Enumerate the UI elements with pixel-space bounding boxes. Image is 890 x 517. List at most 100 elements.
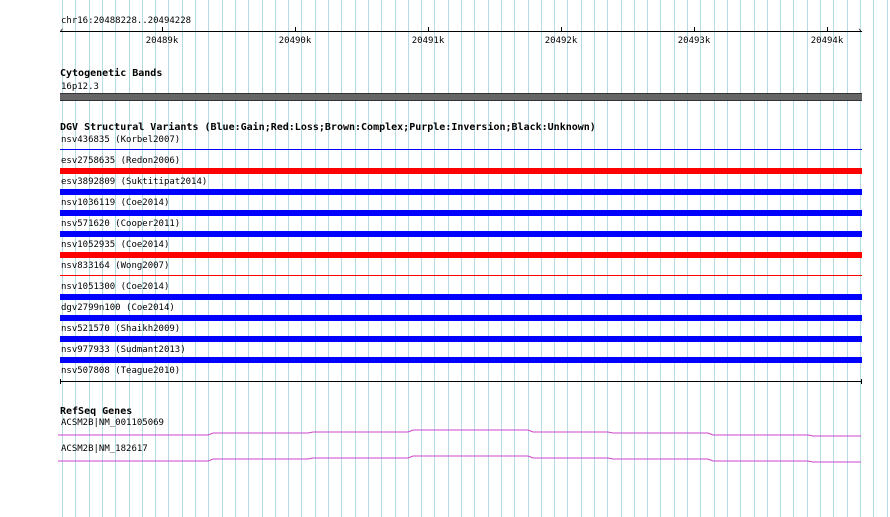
grid-line — [421, 0, 422, 517]
grid-line — [807, 0, 808, 517]
grid-line — [754, 0, 755, 517]
grid-line — [780, 0, 781, 517]
grid-line — [514, 0, 515, 517]
grid-line — [168, 0, 169, 517]
grid-line — [793, 0, 794, 517]
ruler-tick — [827, 27, 828, 32]
grid-line — [847, 0, 848, 517]
grid-line — [355, 0, 356, 517]
ruler-tick-label: 20494k — [810, 36, 844, 46]
cytoband-bar[interactable] — [60, 93, 862, 101]
grid-line — [248, 0, 249, 517]
dgv-variant-endcap — [861, 379, 862, 384]
grid-line — [554, 0, 555, 517]
cytoband-title[interactable]: Cytogenetic Bands — [60, 69, 162, 79]
dgv-variant-label[interactable]: nsv833164 (Wong2007) — [61, 261, 169, 271]
grid-line — [634, 0, 635, 517]
dgv-variant-bar[interactable] — [60, 168, 862, 174]
ruler-tick-label: 20491k — [411, 36, 445, 46]
grid-line — [434, 0, 435, 517]
grid-line — [528, 0, 529, 517]
ruler-tick-label: 20490k — [278, 36, 312, 46]
grid-line — [288, 0, 289, 517]
grid-line — [395, 0, 396, 517]
grid-line — [647, 0, 648, 517]
dgv-variant-bar[interactable] — [60, 231, 862, 237]
grid-line — [820, 0, 821, 517]
dgv-variant-bar[interactable] — [60, 210, 862, 216]
grid-line — [328, 0, 329, 517]
grid-line — [873, 0, 874, 517]
dgv-variant-bar[interactable] — [60, 357, 862, 363]
refseq-gene-model[interactable] — [58, 455, 868, 463]
grid-line — [607, 0, 608, 517]
ruler-left-arrow: ‹ — [59, 26, 65, 36]
dgv-variant-label[interactable]: nsv1052935 (Coe2014) — [61, 240, 169, 250]
grid-line — [262, 0, 263, 517]
dgv-variant-bar[interactable] — [60, 252, 862, 258]
dgv-variant-bar[interactable] — [60, 189, 862, 195]
dgv-variant-label[interactable]: nsv977933 (Sudmant2013) — [61, 345, 186, 355]
ruler-tick-label: 20492k — [544, 36, 578, 46]
refseq-track-title[interactable]: RefSeq Genes — [60, 407, 132, 417]
refseq-gene-line — [58, 455, 861, 463]
ruler-location-label: chr16:20488228..20494228 — [61, 16, 192, 26]
ruler-tick — [561, 27, 562, 32]
dgv-variant-bar[interactable] — [60, 275, 862, 276]
grid-line — [408, 0, 409, 517]
dgv-variant-label[interactable]: nsv521570 (Shaikh2009) — [61, 324, 180, 334]
grid-line — [740, 0, 741, 517]
grid-line — [687, 0, 688, 517]
dgv-variant-bar[interactable] — [60, 315, 862, 321]
grid-line — [660, 0, 661, 517]
grid-line — [727, 0, 728, 517]
grid-line — [448, 0, 449, 517]
grid-line — [368, 0, 369, 517]
refseq-gene-label[interactable]: ACSM2B|NM_182617 — [61, 444, 148, 454]
grid-line — [581, 0, 582, 517]
grid-line — [501, 0, 502, 517]
dgv-variant-bar[interactable] — [60, 149, 862, 150]
dgv-variant-label[interactable]: esv2758635 (Redon2006) — [61, 156, 180, 166]
dgv-variant-label[interactable]: nsv507808 (Teague2010) — [61, 366, 180, 376]
grid-line — [674, 0, 675, 517]
dgv-variant-label[interactable]: nsv571620 (Cooper2011) — [61, 219, 180, 229]
dgv-variant-label[interactable]: nsv436835 (Korbel2007) — [61, 135, 180, 145]
grid-line — [275, 0, 276, 517]
grid-line — [341, 0, 342, 517]
grid-line — [488, 0, 489, 517]
refseq-gene-label[interactable]: ACSM2B|NM_001105069 — [61, 418, 164, 428]
ruler-tick — [694, 27, 695, 32]
dgv-variant-endcap — [60, 379, 61, 384]
grid-line — [621, 0, 622, 517]
ruler-tick — [162, 27, 163, 32]
dgv-variant-bar[interactable] — [60, 294, 862, 300]
grid-line — [541, 0, 542, 517]
grid-line — [833, 0, 834, 517]
grid-line — [222, 0, 223, 517]
ruler-axis — [60, 31, 862, 32]
ruler-right-arrow: › — [857, 26, 863, 36]
grid-line — [567, 0, 568, 517]
grid-line — [474, 0, 475, 517]
grid-line — [700, 0, 701, 517]
ruler-track: chr16:20488228..20494228 ‹ › 20489k 20490… — [0, 0, 890, 50]
dgv-variant-label[interactable]: nsv1036119 (Coe2014) — [61, 198, 169, 208]
dgv-variant-label[interactable]: esv3892809 (Suktitipat2014) — [61, 177, 207, 187]
dgv-track-title[interactable]: DGV Structural Variants (Blue:Gain;Red:L… — [60, 123, 596, 133]
refseq-gene-model[interactable] — [58, 429, 868, 437]
dgv-variant-bar[interactable] — [60, 381, 862, 382]
grid-line — [208, 0, 209, 517]
ruler-tick — [428, 27, 429, 32]
dgv-variant-label[interactable]: nsv1051300 (Coe2014) — [61, 282, 169, 292]
grid-line — [235, 0, 236, 517]
grid-line — [714, 0, 715, 517]
grid-line — [594, 0, 595, 517]
grid-line — [315, 0, 316, 517]
dgv-variant-label[interactable]: dgv2799n100 (Coe2014) — [61, 303, 175, 313]
dgv-variant-bar[interactable] — [60, 336, 862, 342]
grid-line — [301, 0, 302, 517]
grid-line — [182, 0, 183, 517]
grid-line — [381, 0, 382, 517]
grid-line — [195, 0, 196, 517]
